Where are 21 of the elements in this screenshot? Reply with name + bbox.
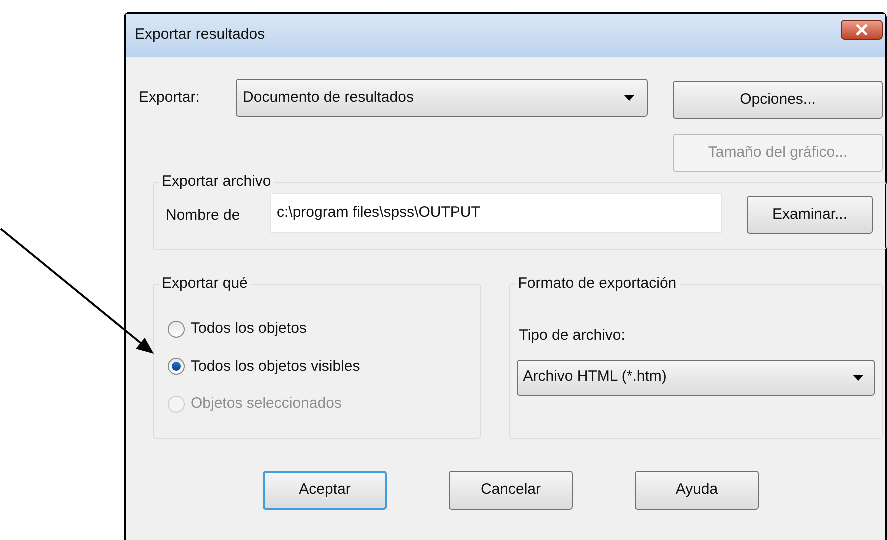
file-type-label: Tipo de archivo: [519,326,626,346]
radio-label: Todos los objetos [191,319,307,339]
window-title: Exportar resultados [135,25,266,46]
export-label: Exportar: [139,88,201,108]
dialog-button[interactable]: Aceptar [263,471,387,510]
radio-label: Todos los objetos visibles [191,356,360,376]
caret-icon [853,374,864,380]
options-button[interactable]: Opciones... [673,81,883,119]
browse-button[interactable]: Examinar... [747,196,873,234]
export-dropdown[interactable]: Documento de resultados [236,79,648,117]
radio-button[interactable] [168,320,185,338]
file-type-dropdown[interactable]: Archivo HTML (*.htm) [517,360,876,396]
file-name-label: Nombre de [166,206,242,226]
radio-label: Objetos seleccionados [191,394,342,414]
file-name-field[interactable]: c:\program files\spss\OUTPUT [270,193,722,233]
close-button[interactable] [841,20,883,40]
close-icon [855,24,869,36]
radio-button[interactable] [168,358,185,376]
dialog-button[interactable]: Ayuda [635,471,759,510]
dialog-button[interactable]: Cancelar [449,471,573,510]
caret-icon [624,95,635,101]
